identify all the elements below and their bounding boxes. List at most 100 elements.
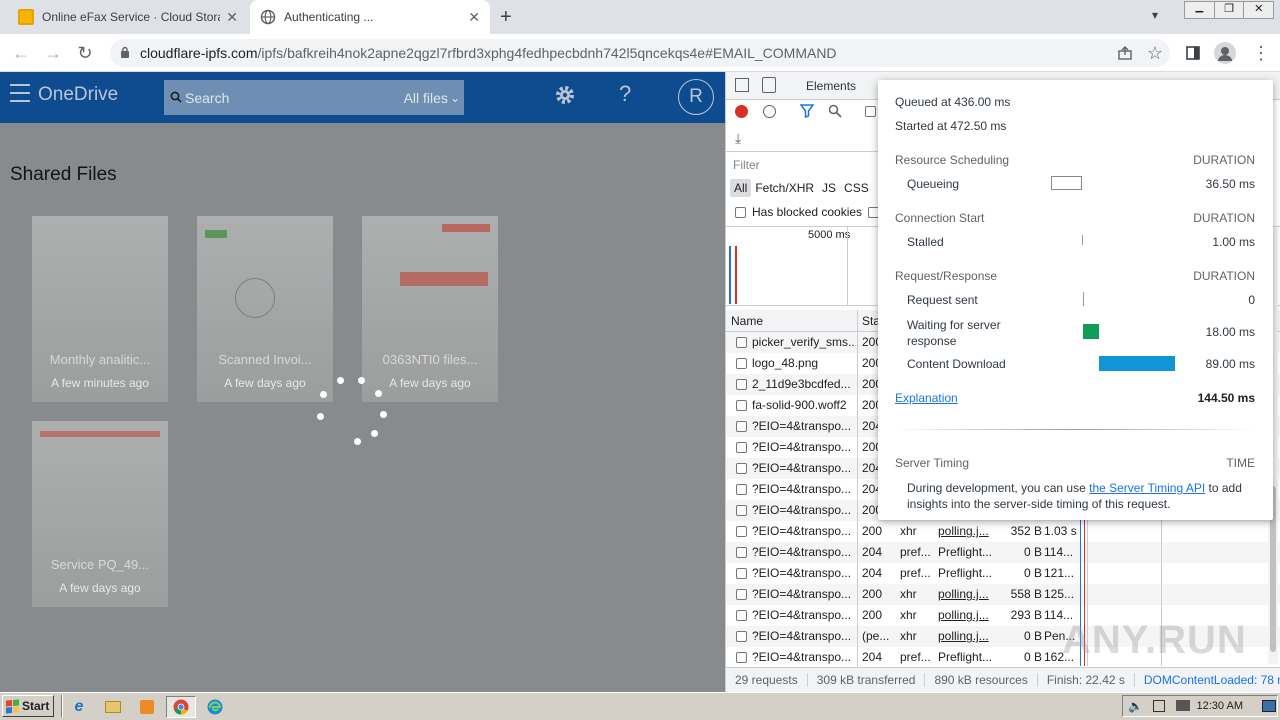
column-divider: [857, 353, 858, 374]
media-player-icon[interactable]: [136, 696, 158, 718]
search-box[interactable]: Search All files ⌄: [164, 80, 464, 115]
settings-gear-icon[interactable]: [554, 84, 576, 109]
request-initiator[interactable]: Preflight...: [938, 542, 1000, 563]
avatar[interactable]: R: [678, 79, 714, 115]
forward-icon[interactable]: →: [40, 40, 66, 66]
request-row[interactable]: ?EIO=4&transpo... 204 pref... Preflight... 0…: [726, 542, 1280, 563]
request-size: 0 B: [1023, 650, 1042, 664]
filter-css[interactable]: CSS: [840, 179, 873, 197]
search-icon[interactable]: [828, 104, 842, 121]
file-card[interactable]: Monthly analitic... A few minutes ago: [32, 216, 168, 402]
internet-explorer-icon[interactable]: e: [68, 696, 90, 718]
finish-time: Finish: 22.42 s: [1038, 673, 1135, 687]
back-icon[interactable]: ←: [8, 40, 34, 66]
file-name: Service PQ_49...: [50, 557, 150, 572]
chrome-icon[interactable]: [166, 696, 196, 718]
column-divider: [857, 647, 858, 668]
clear-icon[interactable]: [763, 105, 776, 118]
inspect-element-icon[interactable]: [735, 78, 749, 92]
request-row[interactable]: ?EIO=4&transpo... 204 pref... Preflight... 0…: [726, 563, 1280, 584]
seal-icon: [235, 278, 275, 318]
request-initiator[interactable]: Preflight...: [938, 563, 1000, 584]
column-header-name[interactable]: Name: [731, 314, 763, 328]
file-explorer-icon[interactable]: [102, 696, 124, 718]
request-initiator[interactable]: polling.j...: [938, 584, 1000, 605]
close-window-button[interactable]: ✕: [1243, 2, 1273, 18]
show-desktop-icon[interactable]: [1262, 700, 1276, 712]
request-type: xhr: [900, 629, 917, 643]
request-row[interactable]: ?EIO=4&transpo... 200 xhr polling.j... 558 B…: [726, 584, 1280, 605]
filter-input[interactable]: Filter: [733, 158, 760, 172]
request-type: xhr: [900, 524, 917, 538]
import-har-icon[interactable]: ⤓: [735, 130, 741, 147]
blocked-cookies-checkbox[interactable]: [735, 207, 746, 218]
volume-icon[interactable]: 🔈: [1128, 699, 1143, 713]
device-toolbar-icon[interactable]: [762, 77, 776, 93]
tab-elements[interactable]: Elements: [806, 79, 856, 93]
request-name: fa-solid-900.woff2: [752, 398, 847, 412]
request-name: 2_11d9e3bcdfed...: [752, 377, 851, 391]
stalled-label: Stalled: [907, 235, 944, 249]
bookmark-star-icon[interactable]: ☆: [1142, 40, 1168, 66]
filter-fetch-xhr[interactable]: Fetch/XHR: [751, 179, 818, 197]
search-input[interactable]: Search: [185, 90, 229, 106]
close-tab-icon[interactable]: ✕: [226, 9, 238, 26]
request-type: pref...: [900, 566, 931, 580]
resource-type-icon: [736, 358, 747, 369]
help-icon[interactable]: ?: [619, 81, 631, 107]
search-scope-dropdown[interactable]: All files ⌄: [404, 90, 460, 106]
filter-js[interactable]: JS: [818, 179, 840, 197]
request-size: 0 B: [1023, 566, 1042, 580]
search-icon: [170, 90, 182, 106]
edge-icon[interactable]: [204, 696, 226, 718]
tab-search-chevron-icon[interactable]: ▾: [1152, 8, 1158, 22]
load-marker: [735, 246, 737, 304]
tab-title: Authenticating ...: [284, 10, 374, 24]
address-bar[interactable]: cloudflare-ipfs.com/ipfs/bafkreih4nok2ap…: [110, 39, 1170, 67]
column-divider: [857, 605, 858, 626]
side-panel-icon[interactable]: [1180, 40, 1206, 66]
minimize-button[interactable]: ▁: [1185, 2, 1214, 18]
request-initiator[interactable]: polling.j...: [938, 521, 1000, 542]
request-initiator[interactable]: Preflight...: [938, 647, 1000, 668]
request-size: 0 B: [1023, 629, 1042, 643]
share-icon[interactable]: [1112, 40, 1138, 66]
preserve-log-checkbox[interactable]: [865, 106, 876, 117]
request-size: 0 B: [1023, 545, 1042, 559]
close-tab-icon[interactable]: ✕: [468, 9, 480, 26]
file-card[interactable]: Scanned Invoi... A few days ago: [197, 216, 333, 402]
request-initiator[interactable]: polling.j...: [938, 605, 1000, 626]
tab-authenticating[interactable]: Authenticating ... ✕: [250, 0, 490, 34]
document-header-bar: [40, 431, 160, 437]
tab-efax[interactable]: Online eFax Service · Cloud Storage ✕: [8, 0, 248, 34]
request-size: 293 B: [1010, 608, 1042, 622]
explanation-link[interactable]: Explanation: [895, 391, 958, 405]
request-name: ?EIO=4&transpo...: [752, 566, 852, 580]
server-timing-api-link[interactable]: the Server Timing API: [1089, 481, 1205, 495]
column-divider: [857, 395, 858, 416]
windows-logo-icon: [6, 698, 19, 714]
request-initiator[interactable]: polling.j...: [938, 626, 1000, 647]
filter-funnel-icon[interactable]: [799, 104, 815, 121]
new-tab-button[interactable]: +: [500, 6, 512, 29]
spinner-dot: [380, 411, 387, 418]
record-icon[interactable]: [735, 105, 748, 118]
request-row[interactable]: ?EIO=4&transpo... 200 xhr polling.j... 352 B…: [726, 521, 1280, 542]
network-icon[interactable]: [1153, 700, 1165, 712]
filter-all[interactable]: All: [730, 179, 752, 197]
request-status: 200: [862, 608, 883, 622]
file-card[interactable]: 0363NTI0 files... A few days ago: [362, 216, 498, 402]
restore-button[interactable]: ❐: [1213, 2, 1244, 18]
start-button[interactable]: Start: [2, 695, 54, 717]
profile-avatar-icon[interactable]: [1214, 42, 1236, 64]
section-server-timing: Server Timing: [895, 456, 970, 470]
menu-kebab-icon[interactable]: ⋮: [1248, 40, 1274, 66]
reload-icon[interactable]: ↻: [72, 40, 98, 66]
request-status: (pe...: [862, 629, 890, 643]
window-controls: ▁ ❐ ✕: [1184, 1, 1274, 19]
tray-monitor-icon[interactable]: [1176, 700, 1190, 711]
spinner-dot: [371, 430, 378, 437]
file-card[interactable]: Service PQ_49... A few days ago: [32, 421, 168, 607]
timeline-gridline: [847, 226, 848, 306]
hamburger-menu-icon[interactable]: [10, 84, 30, 102]
